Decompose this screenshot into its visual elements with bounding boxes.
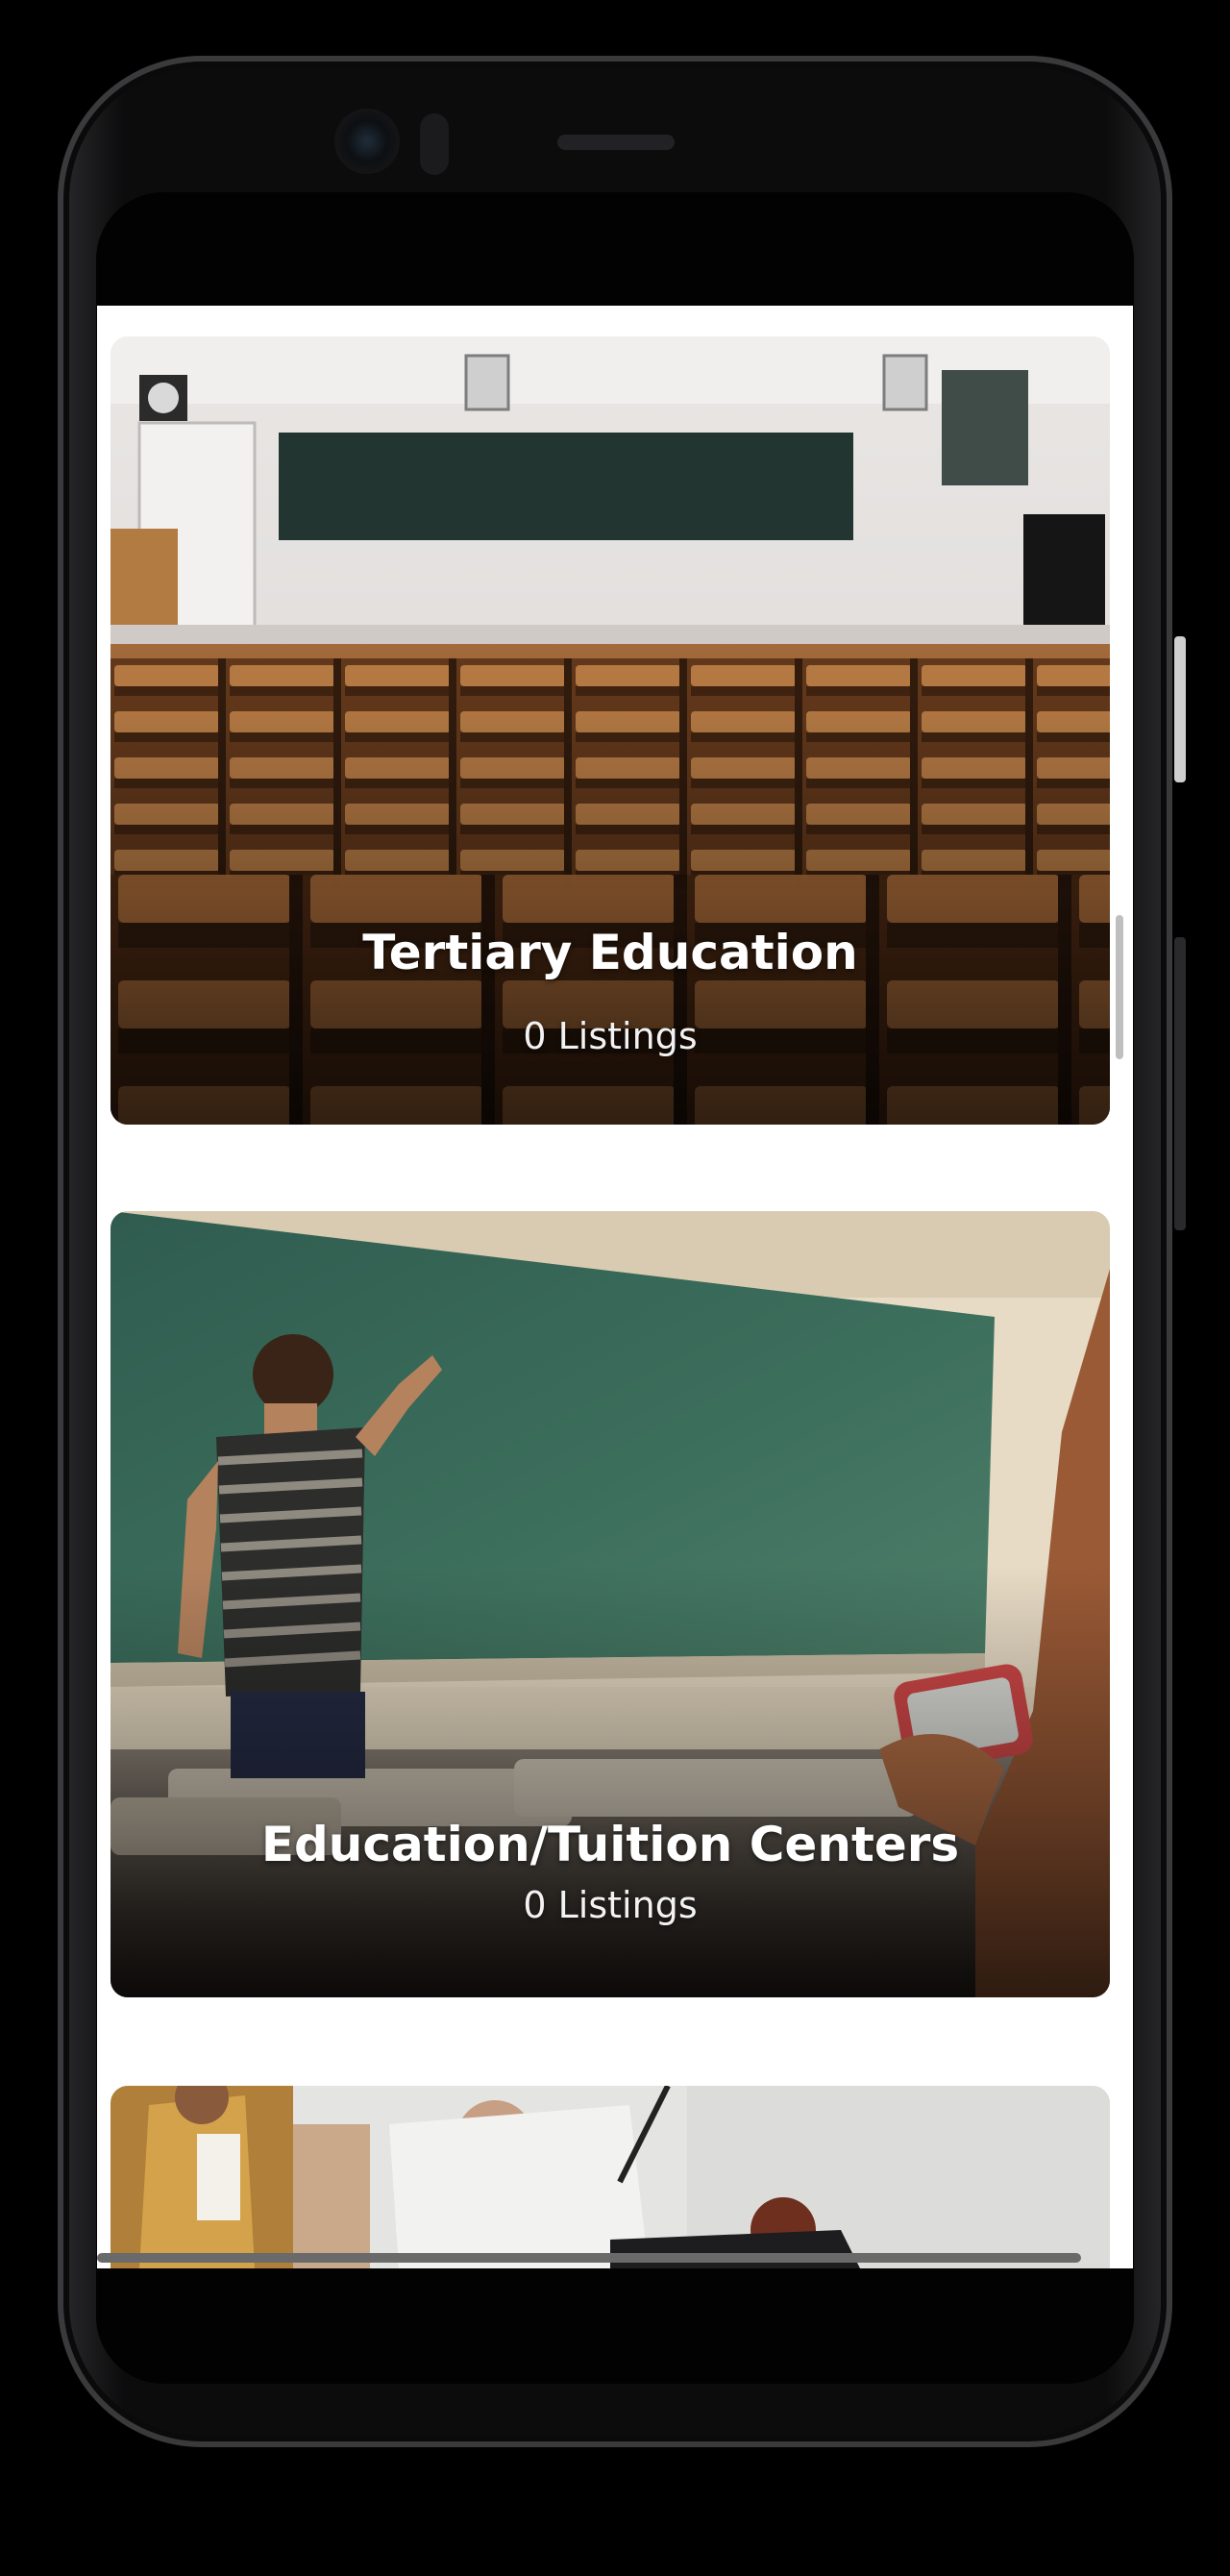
listings-count: 0 Listings bbox=[523, 1015, 698, 1057]
scrollbar-thumb[interactable] bbox=[1116, 915, 1123, 1059]
front-camera-icon bbox=[334, 109, 400, 174]
category-card-tuition-centers[interactable]: Education/Tuition Centers 0 Listings bbox=[111, 1211, 1110, 1997]
proximity-sensor bbox=[420, 113, 449, 175]
category-card-tertiary-education[interactable]: Tertiary Education 0 Listings bbox=[111, 336, 1110, 1125]
power-button bbox=[1174, 636, 1186, 782]
volume-button bbox=[1174, 937, 1186, 1230]
listings-count: 0 Listings bbox=[523, 1884, 698, 1926]
category-card-partial[interactable] bbox=[111, 2086, 1110, 2268]
app-screen: Tertiary Education 0 Listings Education/… bbox=[97, 306, 1133, 2268]
gesture-navigation-bar[interactable] bbox=[97, 2253, 1081, 2263]
earpiece-speaker bbox=[557, 135, 675, 150]
classroom-teacher-photo bbox=[111, 2086, 1110, 2268]
card-title: Tertiary Education bbox=[362, 925, 858, 980]
card-title: Education/Tuition Centers bbox=[260, 1817, 960, 1872]
image-overlay bbox=[111, 1211, 1110, 1997]
image-overlay bbox=[111, 336, 1110, 1125]
